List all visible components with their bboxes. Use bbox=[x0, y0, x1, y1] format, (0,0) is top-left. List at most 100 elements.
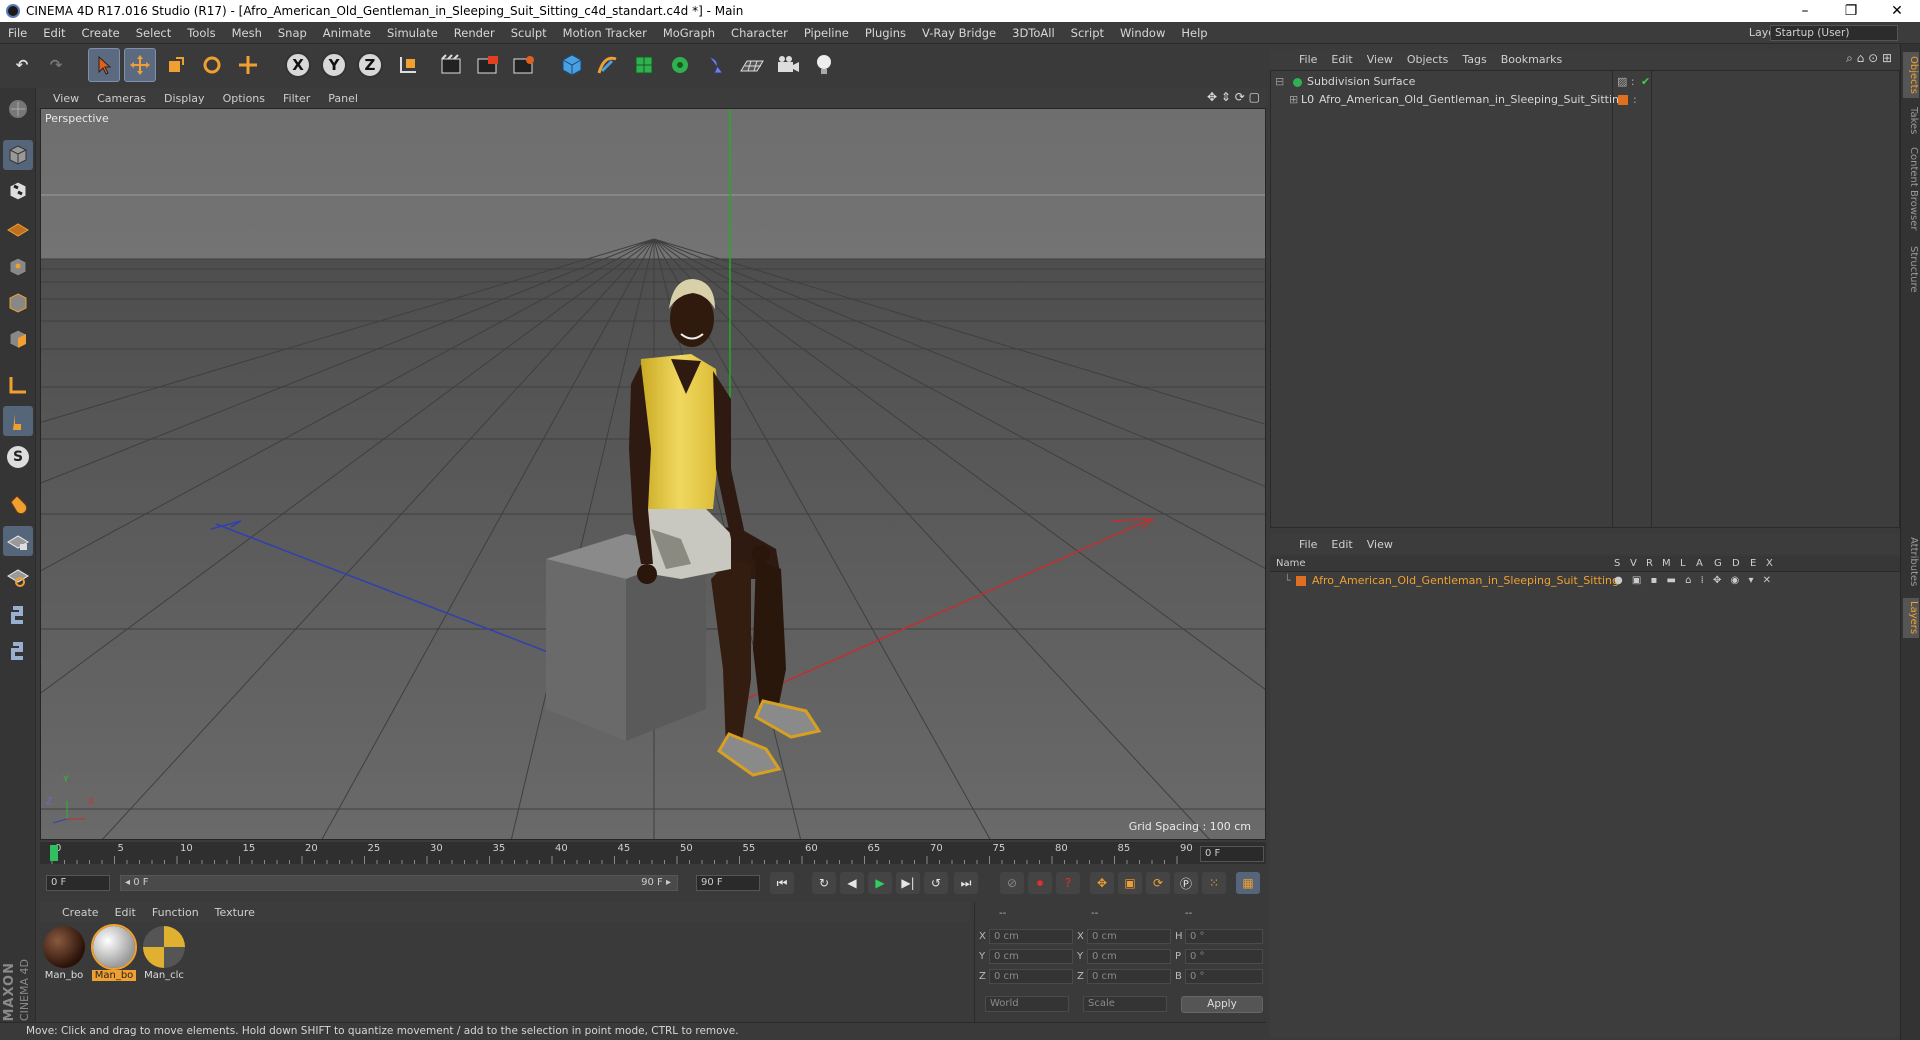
layout-select[interactable]: Startup (User) bbox=[1770, 25, 1898, 41]
material-item[interactable]: Man_clc bbox=[142, 926, 186, 981]
render-picture-viewer-icon[interactable] bbox=[472, 48, 504, 82]
viewport-menu-view[interactable]: View bbox=[44, 92, 88, 105]
om-search-home-icons[interactable]: ⌕ ⌂ ⊙ ⊞ bbox=[1846, 51, 1892, 66]
light-icon[interactable] bbox=[808, 48, 840, 82]
rotate-tool-icon[interactable] bbox=[196, 48, 228, 82]
next-frame-icon[interactable]: ▶| bbox=[896, 872, 920, 894]
edges-mode-icon[interactable] bbox=[3, 288, 33, 318]
x-axis-lock-button[interactable]: X bbox=[282, 48, 314, 82]
go-to-end-icon[interactable]: ⏭ bbox=[954, 872, 978, 894]
lock-workplane-icon[interactable] bbox=[3, 526, 33, 556]
undo-icon[interactable]: ↶ bbox=[6, 48, 38, 82]
python-script-icon[interactable] bbox=[3, 600, 33, 630]
object-row-subdivision-surface[interactable]: ⊟ Subdivision Surface ▨ : ✔ bbox=[1271, 73, 1901, 91]
current-frame-field[interactable]: 0 F bbox=[1200, 846, 1264, 862]
material-item-selected[interactable]: Man_bo bbox=[91, 924, 137, 981]
viewport-navigation-icons[interactable]: ✥ ⇕ ⟳ ▢ bbox=[1207, 90, 1260, 104]
material-menu-edit[interactable]: Edit bbox=[107, 906, 144, 919]
redo-icon[interactable]: ↷ bbox=[40, 48, 72, 82]
timeline-playhead[interactable] bbox=[50, 845, 58, 861]
coordinate-system-icon[interactable] bbox=[392, 48, 424, 82]
snap-icon[interactable]: S bbox=[3, 442, 33, 472]
visibility-dots-icon[interactable]: : bbox=[1633, 91, 1637, 109]
menu-animate[interactable]: Animate bbox=[315, 26, 379, 40]
om-menu-view[interactable]: View bbox=[1360, 53, 1400, 66]
position-x-field[interactable]: 0 cm bbox=[989, 929, 1073, 944]
layer-flags-icons[interactable]: ● ▣ ▪ ▬ ⌂ ⁞ ✥ ◉ ▾ ✕ bbox=[1614, 572, 1774, 590]
viewport-menu-panel[interactable]: Panel bbox=[319, 92, 367, 105]
timeline-ruler[interactable]: 0 5 10 15 20 25 30 35 40 45 50 55 60 65 70 75 80 85 90 bbox=[40, 842, 1266, 864]
model-mode-icon[interactable] bbox=[3, 140, 33, 170]
menu-plugins[interactable]: Plugins bbox=[857, 26, 914, 40]
close-button[interactable]: ✕ bbox=[1874, 0, 1920, 22]
viewport-menu-display[interactable]: Display bbox=[155, 92, 214, 105]
make-editable-icon[interactable] bbox=[3, 94, 33, 124]
start-frame-field[interactable]: 0 F bbox=[46, 875, 110, 891]
layer-color-swatch[interactable] bbox=[1618, 95, 1628, 105]
tweak-mode-icon[interactable] bbox=[3, 406, 33, 436]
key-parameter-icon[interactable]: Ⓟ bbox=[1174, 872, 1198, 894]
minimize-button[interactable]: – bbox=[1782, 0, 1828, 22]
viewport-menu-filter[interactable]: Filter bbox=[274, 92, 319, 105]
menu-mograph[interactable]: MoGraph bbox=[655, 26, 723, 40]
position-y-field[interactable]: 0 cm bbox=[989, 949, 1073, 964]
go-to-start-icon[interactable]: ⏮ bbox=[770, 872, 794, 894]
scale-tool-icon[interactable] bbox=[160, 48, 192, 82]
cloner-icon[interactable] bbox=[664, 48, 696, 82]
size-x-field[interactable]: 0 cm bbox=[1087, 929, 1171, 944]
size-z-field[interactable]: 0 cm bbox=[1087, 969, 1171, 984]
move-tool-icon[interactable] bbox=[124, 48, 156, 82]
lm-menu-view[interactable]: View bbox=[1360, 538, 1400, 551]
play-forward-icon[interactable]: ▶ bbox=[868, 872, 892, 894]
python-script-2-icon[interactable] bbox=[3, 636, 33, 666]
subdivision-surface-icon[interactable] bbox=[628, 48, 660, 82]
menu-3dtoall[interactable]: 3DToAll bbox=[1004, 26, 1063, 40]
tab-attributes[interactable]: Attributes bbox=[1903, 534, 1919, 590]
viewport-menu-options[interactable]: Options bbox=[214, 92, 274, 105]
points-mode-icon[interactable] bbox=[3, 252, 33, 282]
material-menu-function[interactable]: Function bbox=[144, 906, 207, 919]
y-axis-lock-button[interactable]: Y bbox=[318, 48, 350, 82]
enabled-check-icon[interactable]: ✔ bbox=[1641, 73, 1650, 91]
menu-window[interactable]: Window bbox=[1112, 26, 1173, 40]
size-mode-select[interactable]: Scale bbox=[1083, 996, 1167, 1012]
tab-objects[interactable]: Objects bbox=[1903, 52, 1919, 98]
menu-file[interactable]: File bbox=[0, 26, 35, 40]
frame-range-slider[interactable]: ◂ 0 F 90 F ▸ bbox=[120, 875, 678, 891]
position-z-field[interactable]: 0 cm bbox=[989, 969, 1073, 984]
menu-select[interactable]: Select bbox=[128, 26, 179, 40]
planar-workplane-icon[interactable] bbox=[3, 562, 33, 592]
tab-content-browser[interactable]: Content Browser bbox=[1903, 144, 1919, 234]
om-menu-file[interactable]: File bbox=[1292, 53, 1324, 66]
key-position-icon[interactable]: ✥ bbox=[1090, 872, 1114, 894]
menu-snap[interactable]: Snap bbox=[270, 26, 315, 40]
material-menu-create[interactable]: Create bbox=[54, 906, 107, 919]
lm-menu-file[interactable]: File bbox=[1292, 538, 1324, 551]
record-active-objects-icon[interactable]: ⏺ bbox=[1028, 872, 1052, 894]
menu-tools[interactable]: Tools bbox=[179, 26, 223, 40]
menu-script[interactable]: Script bbox=[1063, 26, 1112, 40]
rotation-h-field[interactable]: 0 ° bbox=[1185, 929, 1263, 944]
3d-viewport[interactable]: Perspective Y X Z Grid Spacing : 100 cm bbox=[40, 108, 1266, 840]
coordinate-mode-select[interactable]: World bbox=[985, 996, 1069, 1012]
menu-render[interactable]: Render bbox=[446, 26, 503, 40]
apply-button[interactable]: Apply bbox=[1181, 996, 1263, 1013]
size-y-field[interactable]: 0 cm bbox=[1087, 949, 1171, 964]
menu-simulate[interactable]: Simulate bbox=[379, 26, 446, 40]
om-menu-bookmarks[interactable]: Bookmarks bbox=[1494, 53, 1569, 66]
key-point-level-icon[interactable]: ⁙ bbox=[1202, 872, 1226, 894]
tab-layers[interactable]: Layers bbox=[1903, 598, 1919, 638]
material-item[interactable]: Man_bo bbox=[42, 926, 86, 981]
collapse-toggle-icon[interactable]: ⊟ bbox=[1275, 73, 1284, 91]
previous-frame-icon[interactable]: ◀ bbox=[840, 872, 864, 894]
deformer-icon[interactable] bbox=[700, 48, 732, 82]
om-menu-objects[interactable]: Objects bbox=[1400, 53, 1456, 66]
key-scale-icon[interactable]: ▣ bbox=[1118, 872, 1142, 894]
menu-mesh[interactable]: Mesh bbox=[224, 26, 270, 40]
z-axis-lock-button[interactable]: Z bbox=[354, 48, 386, 82]
camera-icon[interactable] bbox=[772, 48, 804, 82]
expand-toggle-icon[interactable]: ⊞ bbox=[1289, 91, 1298, 109]
restore-button[interactable]: ❐ bbox=[1828, 0, 1874, 22]
rotation-b-field[interactable]: 0 ° bbox=[1185, 969, 1263, 984]
select-cursor-icon[interactable] bbox=[88, 48, 120, 82]
